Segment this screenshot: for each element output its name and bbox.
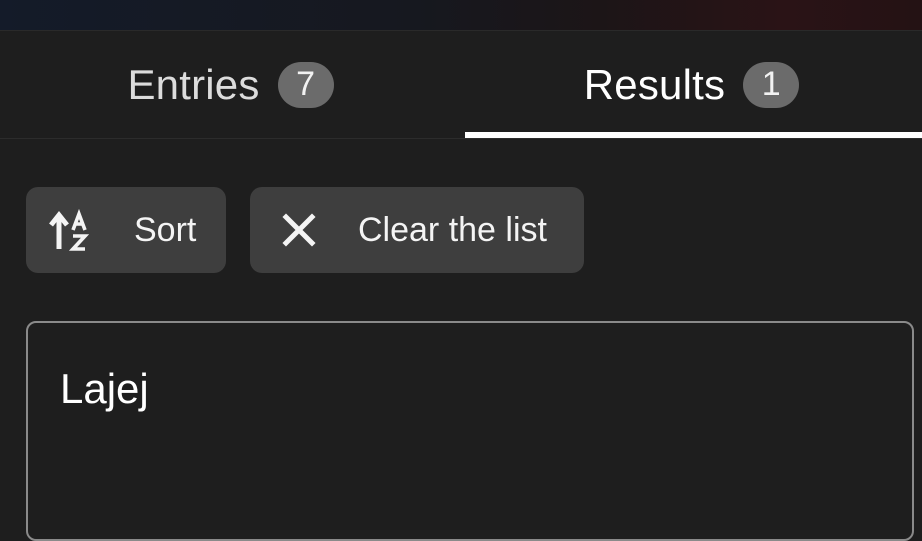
tab-results-label: Results — [583, 60, 726, 108]
active-tab-indicator — [465, 132, 922, 138]
tab-bar: Entries 7 Results 1 — [0, 31, 922, 139]
window-top-strip — [0, 0, 922, 31]
sort-button-label: Sort — [134, 210, 197, 249]
sort-alphabetical-ascending-icon — [48, 205, 98, 255]
result-item-text: Lajej — [60, 365, 149, 412]
tab-entries[interactable]: Entries 7 — [0, 31, 461, 138]
clear-list-button-label: Clear the list — [358, 210, 547, 249]
tab-results[interactable]: Results 1 — [461, 31, 922, 138]
tab-entries-count-badge: 7 — [277, 61, 334, 108]
tab-results-count-badge: 1 — [743, 61, 800, 108]
result-card: Lajej — [26, 321, 914, 541]
tab-entries-label: Entries — [127, 60, 260, 108]
close-icon — [274, 205, 324, 255]
clear-list-button[interactable]: Clear the list — [250, 187, 584, 273]
sort-button[interactable]: Sort — [26, 187, 226, 273]
